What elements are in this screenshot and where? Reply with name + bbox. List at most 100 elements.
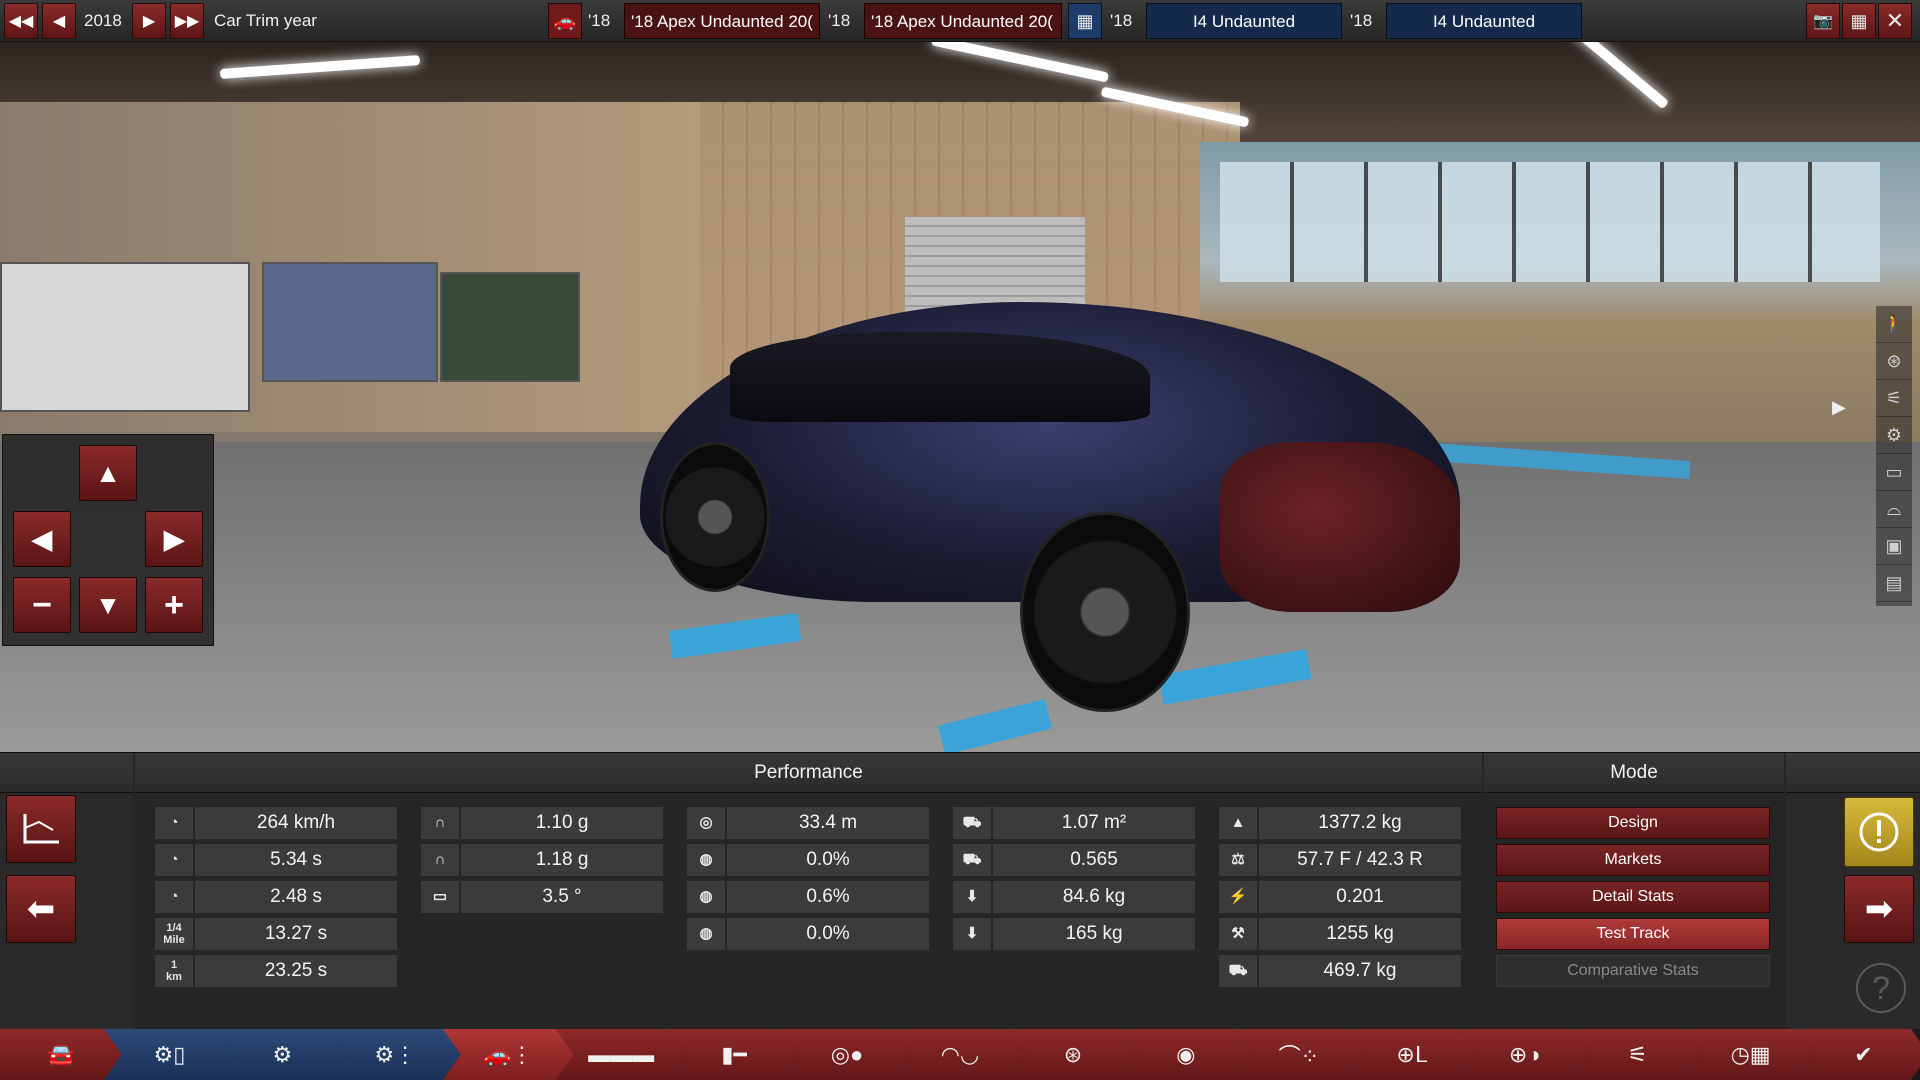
camera-right-button[interactable]: ▶ (145, 511, 203, 567)
calculator-button[interactable]: ▦ (1842, 3, 1876, 39)
stat-row: 1/4 Mile 13.27 s (155, 918, 397, 950)
close-button[interactable]: ✕ (1878, 3, 1912, 39)
aero-icon: ⌒⁘ (1278, 1043, 1320, 1069)
right-actions-column: ➡ ? (1786, 753, 1920, 1030)
test-flag-icon: ◷▦ (1730, 1041, 1771, 1067)
power-to-weight-icon: ⚡ (1219, 881, 1257, 913)
year-next-button[interactable]: ▶ (132, 3, 166, 39)
nav-wheels-tab[interactable]: ⊛ (1007, 1029, 1138, 1080)
mode-design-button[interactable]: Design (1496, 807, 1770, 839)
nav-aero-tab[interactable]: ⌒⁘ (1233, 1029, 1364, 1080)
year-last-button[interactable]: ▶▶ (170, 3, 204, 39)
garage-3d-viewport[interactable]: ▶ 🚶 ⊛ ⚟ ⚙ ▭ ⌓ ▣ ▤ (0, 42, 1920, 752)
nav-assists-tab[interactable]: ⊕◑ (1459, 1029, 1590, 1080)
checkmark-icon: ✔ (1854, 1041, 1873, 1067)
next-icon: ▶ (142, 13, 156, 30)
radio-icon[interactable]: ▣ (1876, 528, 1912, 565)
weight-distribution-icon: ⚖ (1219, 844, 1257, 876)
left-actions-column: ⬅ (0, 753, 133, 1030)
camera-up-button[interactable]: ▲ (79, 445, 137, 501)
back-button[interactable]: ⬅ (6, 875, 76, 943)
bottom-panel: ⬅ Performance ◔ 264 km/h ◔ 5.34 s ◔ 2.48 s 1/4… (0, 752, 1920, 1030)
stat-row: ▲ 1377.2 kg (1219, 807, 1461, 839)
car-icon: 🚗 (553, 10, 577, 31)
cornering-icon: ∩ (421, 807, 459, 839)
warning-button[interactable] (1844, 797, 1914, 867)
nav-brakes-tab[interactable]: ◉ (1120, 1029, 1251, 1080)
nav-car-model-tab[interactable]: 🚘 (0, 1029, 122, 1080)
nav-trim-tab[interactable]: 🚗⋮ (443, 1029, 574, 1080)
mode-markets-button[interactable]: Markets (1496, 844, 1770, 876)
wheels-icon: ⊛ (1063, 1041, 1083, 1067)
body-icon: ◠◡ (940, 1041, 980, 1067)
engine-icon-box[interactable]: ▦ (1068, 3, 1102, 39)
stat-row: ◎ 33.4 m (687, 807, 929, 839)
nav-tune-tab[interactable]: ⚟ (1572, 1029, 1703, 1080)
seat-icon[interactable]: ▭ (1876, 454, 1912, 491)
stat-value: 165 kg (993, 918, 1195, 950)
car-front-icon: 🚘 (47, 1041, 75, 1067)
stat-value: 1.18 g (461, 844, 663, 876)
oversteer-icon: ◍ (687, 918, 725, 950)
engine-variant-select[interactable]: I4 Undaunted (1386, 3, 1582, 39)
cornering-high-icon: ∩ (421, 844, 459, 876)
camera-down-button[interactable]: ▼ (79, 577, 137, 633)
wheel-icon[interactable]: ⊛ (1876, 343, 1912, 380)
engine-icon[interactable]: ⚙ (1876, 417, 1912, 454)
braking-distance-icon: ◎ (687, 807, 725, 839)
help-button[interactable]: ? (1856, 963, 1906, 1013)
axis-view-button[interactable] (6, 795, 76, 863)
stat-row: ⚡ 0.201 (1219, 881, 1461, 913)
year-first-button[interactable]: ◀◀ (4, 3, 38, 39)
nav-interior-tab[interactable]: ⊕ᒪ (1346, 1029, 1477, 1080)
stat-value: 264 km/h (195, 807, 397, 839)
nav-engine-parts-tab[interactable]: ⚙ (217, 1029, 348, 1080)
screenshot-button[interactable]: 📷 (1806, 3, 1840, 39)
stat-value: 0.565 (993, 844, 1195, 876)
stat-value: 57.7 F / 42.3 R (1259, 844, 1461, 876)
mode-test-track-button[interactable]: Test Track (1496, 918, 1770, 950)
car-side-icon[interactable]: ⌓ (1876, 491, 1912, 528)
nav-test-tab[interactable]: ◷▦ (1685, 1029, 1816, 1080)
camera-left-button[interactable]: ◀ (13, 511, 71, 567)
year-prev-button[interactable]: ◀ (42, 3, 76, 39)
stat-row: ▭ 3.5 ° (421, 881, 663, 913)
car-model-select[interactable]: '18 Apex Undaunted 20( (624, 3, 820, 39)
exclamation-icon (1859, 812, 1899, 852)
engine-icon: ▦ (1076, 10, 1094, 31)
wheel-slip-icon: ◍ (687, 881, 725, 913)
frontal-area-icon: ⛟ (953, 807, 991, 839)
mode-detail-stats-button[interactable]: Detail Stats (1496, 881, 1770, 913)
forward-button[interactable]: ➡ (1844, 875, 1914, 943)
stat-value: 2.48 s (195, 881, 397, 913)
zoom-out-button[interactable]: − (13, 577, 71, 633)
calculator-icon: ▦ (1850, 10, 1868, 31)
expand-side-panel-icon[interactable]: ▶ (1832, 397, 1852, 427)
suspension-icon[interactable]: ⚟ (1876, 380, 1912, 417)
stat-row: ⛟ 469.7 kg (1219, 955, 1461, 987)
plus-icon: + (164, 585, 184, 624)
nav-engine-tune-tab[interactable]: ⚙⋮ (330, 1029, 461, 1080)
mode-comparative-stats-button[interactable]: Comparative Stats (1496, 955, 1770, 987)
stat-value: 5.34 s (195, 844, 397, 876)
left-column-header (0, 753, 133, 793)
nav-finish-tab[interactable]: ✔ (1798, 1029, 1920, 1080)
stat-value: 13.27 s (195, 918, 397, 950)
side-icon-bar: 🚶 ⊛ ⚟ ⚙ ▭ ⌓ ▣ ▤ (1876, 306, 1912, 606)
nav-drivetrain-tab[interactable]: ◎● (782, 1029, 913, 1080)
nav-suspension-tab[interactable]: ▮━ (669, 1029, 800, 1080)
car-front-wheel (1020, 512, 1190, 712)
nav-engine-family-tab[interactable]: ⚙▯ (104, 1029, 235, 1080)
engine-family-select[interactable]: I4 Undaunted (1146, 3, 1342, 39)
engine-variant-year: '18 (1350, 11, 1373, 30)
nav-body-tab[interactable]: ◠◡ (895, 1029, 1026, 1080)
trim-select[interactable]: '18 Apex Undaunted 20( (864, 3, 1062, 39)
nav-chassis-tab[interactable]: ▬▬▬ (556, 1029, 687, 1080)
car-model-icon-box[interactable]: 🚗 (548, 3, 582, 39)
pedestrian-icon[interactable]: 🚶 (1876, 306, 1912, 343)
brake-fade-icon: ◍ (687, 844, 725, 876)
stat-value: 1377.2 kg (1259, 807, 1461, 839)
battery-icon[interactable]: ▤ (1876, 565, 1912, 602)
zoom-in-button[interactable]: + (145, 577, 203, 633)
cargo-capacity-icon: ⛟ (1219, 955, 1257, 987)
